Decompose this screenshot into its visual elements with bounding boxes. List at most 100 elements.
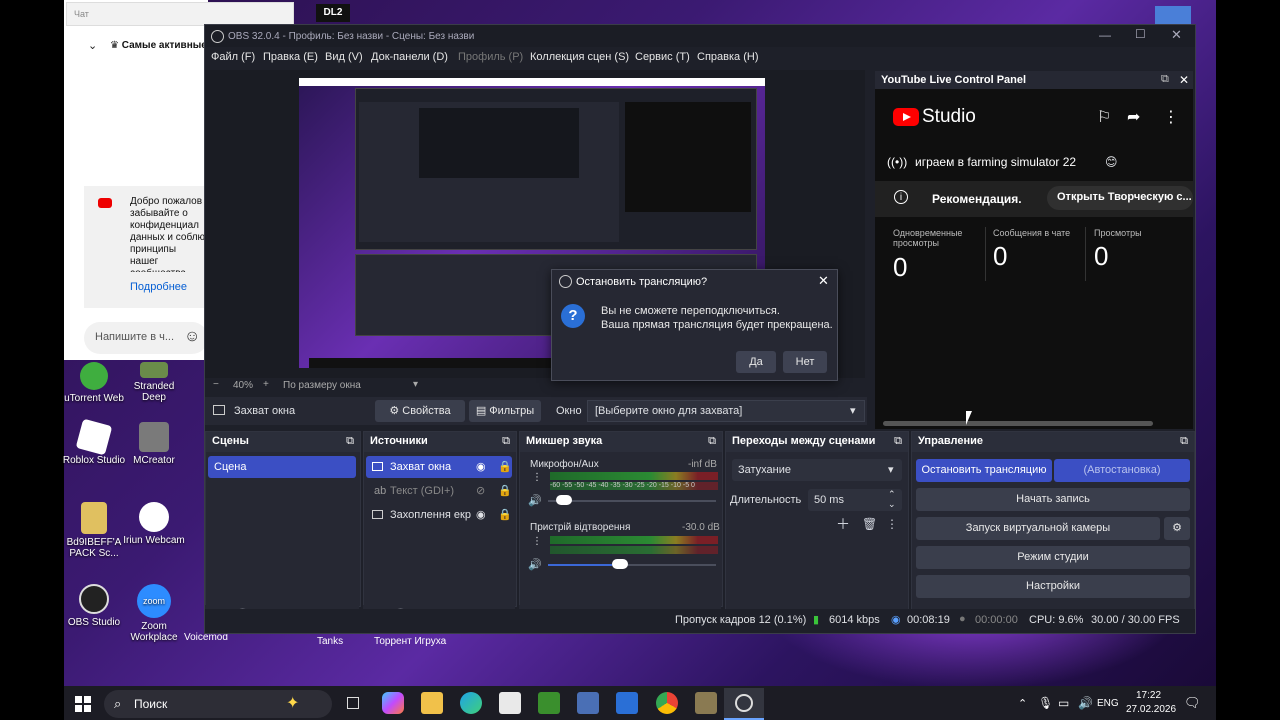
volume-slider-handle[interactable] — [556, 495, 573, 505]
desktop-icon-utorrent[interactable]: uTorrent Web — [62, 362, 126, 404]
chat-more-link[interactable]: Подробнее — [130, 281, 187, 293]
source-item[interactable]: Захоплення екр ◉ 🔒 — [366, 504, 512, 526]
desktop-icon-mcreator[interactable]: MCreator — [122, 422, 186, 466]
file-explorer-icon[interactable] — [421, 692, 443, 714]
duration-stepper[interactable]: 50 ms ⌃ ⌄ — [808, 489, 902, 511]
volume-slider-track[interactable] — [548, 500, 716, 502]
undock-icon[interactable]: ⧉ — [1161, 73, 1169, 86]
kebab-menu-icon[interactable]: ⋮ — [532, 472, 542, 483]
windows-start-icon[interactable] — [75, 696, 91, 712]
desktop-icon-dl2[interactable]: DL2 — [316, 4, 350, 22]
chat-search-input[interactable]: Чат — [74, 9, 89, 19]
notification-icon[interactable]: 🗨 — [1184, 695, 1201, 711]
remove-transition-icon[interactable]: 🗑 — [862, 518, 877, 530]
chevron-down-icon[interactable]: ⌄ — [888, 499, 896, 510]
sparkle-icon[interactable]: ✦ — [286, 693, 299, 713]
desktop-icon-iriun-webcam[interactable]: Iriun Webcam — [122, 502, 186, 546]
minecraft-icon[interactable] — [538, 692, 560, 714]
bookmark-icon[interactable]: ⚐ — [1097, 107, 1111, 127]
studio-mode-button[interactable]: Режим студии — [916, 546, 1190, 569]
clock-date[interactable]: 27.02.2026 — [1126, 704, 1176, 715]
chrome-icon[interactable] — [656, 692, 678, 714]
clock-time[interactable]: 17:22 — [1136, 690, 1161, 701]
kebab-menu-icon[interactable]: ⋮ — [1163, 107, 1179, 127]
lock-icon[interactable]: 🔒 — [498, 460, 512, 473]
no-button[interactable]: Нет — [783, 351, 827, 373]
kebab-menu-icon[interactable]: ⋮ — [532, 536, 542, 547]
store-icon[interactable] — [499, 692, 521, 714]
desktop-icon-zoom[interactable]: zoom Zoom Workplace — [122, 584, 186, 643]
zoom-out-icon[interactable]: − — [213, 379, 219, 390]
desktop-icon-folder-top[interactable] — [1155, 6, 1191, 24]
menu-tools[interactable]: Сервис (T) — [635, 51, 690, 63]
window-select[interactable]: [Выберите окно для захвата] ▾ — [587, 400, 865, 422]
speaker-icon[interactable]: 🔊 — [528, 558, 542, 571]
app-icon[interactable] — [577, 692, 599, 714]
scene-item[interactable]: Сцена — [208, 456, 356, 478]
desktop-icon-stranded-deep[interactable]: Stranded Deep — [122, 362, 186, 403]
menu-docks[interactable]: Док-панели (D) — [371, 51, 448, 63]
taskbar-search[interactable]: ⌕ Поиск ✦ — [104, 690, 332, 718]
menu-view[interactable]: Вид (V) — [325, 51, 363, 63]
undock-icon[interactable]: ⧉ — [894, 435, 902, 448]
network-icon[interactable]: ▭ — [1058, 696, 1069, 710]
copilot-icon[interactable] — [382, 692, 404, 714]
lock-icon[interactable]: 🔒 — [498, 508, 512, 521]
auto-stop-button[interactable]: (Автостановка) — [1054, 459, 1190, 482]
task-view-icon[interactable] — [342, 692, 364, 714]
menu-help[interactable]: Справка (H) — [697, 51, 758, 63]
open-studio-button[interactable]: Открыть Творческую с... — [1047, 186, 1193, 210]
volume-slider-handle[interactable] — [611, 559, 628, 569]
desktop-icon-obs-studio[interactable]: OBS Studio — [62, 584, 126, 628]
microphone-icon[interactable]: 🎙 — [1038, 696, 1053, 710]
add-transition-icon[interactable]: ＋ — [836, 517, 850, 531]
undock-icon[interactable]: ⧉ — [1180, 435, 1188, 448]
start-virtual-camera-button[interactable]: Запуск виртуальной камеры — [916, 517, 1160, 540]
source-item[interactable]: ab Текст (GDI+) ⊘ 🔒 — [366, 480, 512, 502]
zoom-in-icon[interactable]: + — [263, 379, 269, 390]
undock-icon[interactable]: ⧉ — [346, 435, 354, 448]
horizontal-scrollbar[interactable] — [883, 421, 1153, 426]
edge-icon[interactable] — [460, 692, 482, 714]
filters-button[interactable]: ▤ Фильтры — [469, 400, 541, 422]
chevron-down-icon[interactable]: ▾ — [888, 463, 894, 476]
yes-button[interactable]: Да — [736, 351, 776, 373]
share-icon[interactable]: ➦ — [1127, 107, 1140, 127]
undock-icon[interactable]: ⧉ — [708, 435, 716, 448]
lock-icon[interactable]: 🔒 — [498, 484, 512, 497]
desktop-icon-tanks-label[interactable]: Tanks — [317, 636, 343, 647]
speaker-icon[interactable]: 🔊 — [528, 494, 542, 507]
eye-icon[interactable]: ◉ — [476, 460, 486, 473]
kebab-menu-icon[interactable]: ⋮ — [886, 518, 898, 530]
close-icon[interactable]: ✕ — [1171, 27, 1182, 43]
chat-mode[interactable]: Самые активные — [122, 40, 207, 51]
menu-file[interactable]: Файл (F) — [211, 51, 255, 63]
close-icon[interactable]: ✕ — [818, 273, 829, 289]
properties-button[interactable]: ⚙ Свойства — [375, 400, 465, 422]
menu-profile[interactable]: Профиль (P) — [458, 51, 523, 63]
minimize-icon[interactable]: — — [1099, 28, 1111, 42]
virtual-camera-settings-button[interactable]: ⚙ — [1164, 517, 1190, 540]
chat-input[interactable]: Напишите в ч... — [95, 331, 174, 343]
menu-edit[interactable]: Правка (E) — [263, 51, 318, 63]
menu-scene-collection[interactable]: Коллекция сцен (S) — [530, 51, 629, 63]
maximize-icon[interactable]: ☐ — [1135, 27, 1146, 41]
start-recording-button[interactable]: Начать запись — [916, 488, 1190, 511]
transition-select[interactable]: Затухание ▾ — [732, 459, 902, 481]
emoji-icon[interactable]: ☺ — [184, 328, 200, 346]
volume-icon[interactable]: 🔊 — [1078, 696, 1093, 710]
close-icon[interactable]: ✕ — [1179, 73, 1189, 87]
settings-button[interactable]: Настройки — [916, 575, 1190, 598]
chevron-down-icon[interactable]: ⌄ — [88, 39, 97, 52]
chevron-down-icon[interactable]: ▾ — [850, 404, 856, 417]
source-item[interactable]: Захват окна ◉ 🔒 — [366, 456, 512, 478]
mail-icon[interactable] — [616, 692, 638, 714]
obs-taskbar-button[interactable] — [724, 688, 764, 720]
undock-icon[interactable]: ⧉ — [502, 435, 510, 448]
eye-hidden-icon[interactable]: ⊘ — [476, 484, 485, 497]
tray-chevron-icon[interactable]: ⌃ — [1018, 697, 1027, 710]
desktop-icon-roblox-studio[interactable]: Roblox Studio — [62, 418, 126, 466]
eye-icon[interactable]: ◉ — [476, 508, 486, 521]
desktop-icon-torrent-label[interactable]: Торрент Игруха — [374, 636, 446, 647]
zoom-fit-select[interactable]: По размеру окна — [283, 380, 361, 391]
